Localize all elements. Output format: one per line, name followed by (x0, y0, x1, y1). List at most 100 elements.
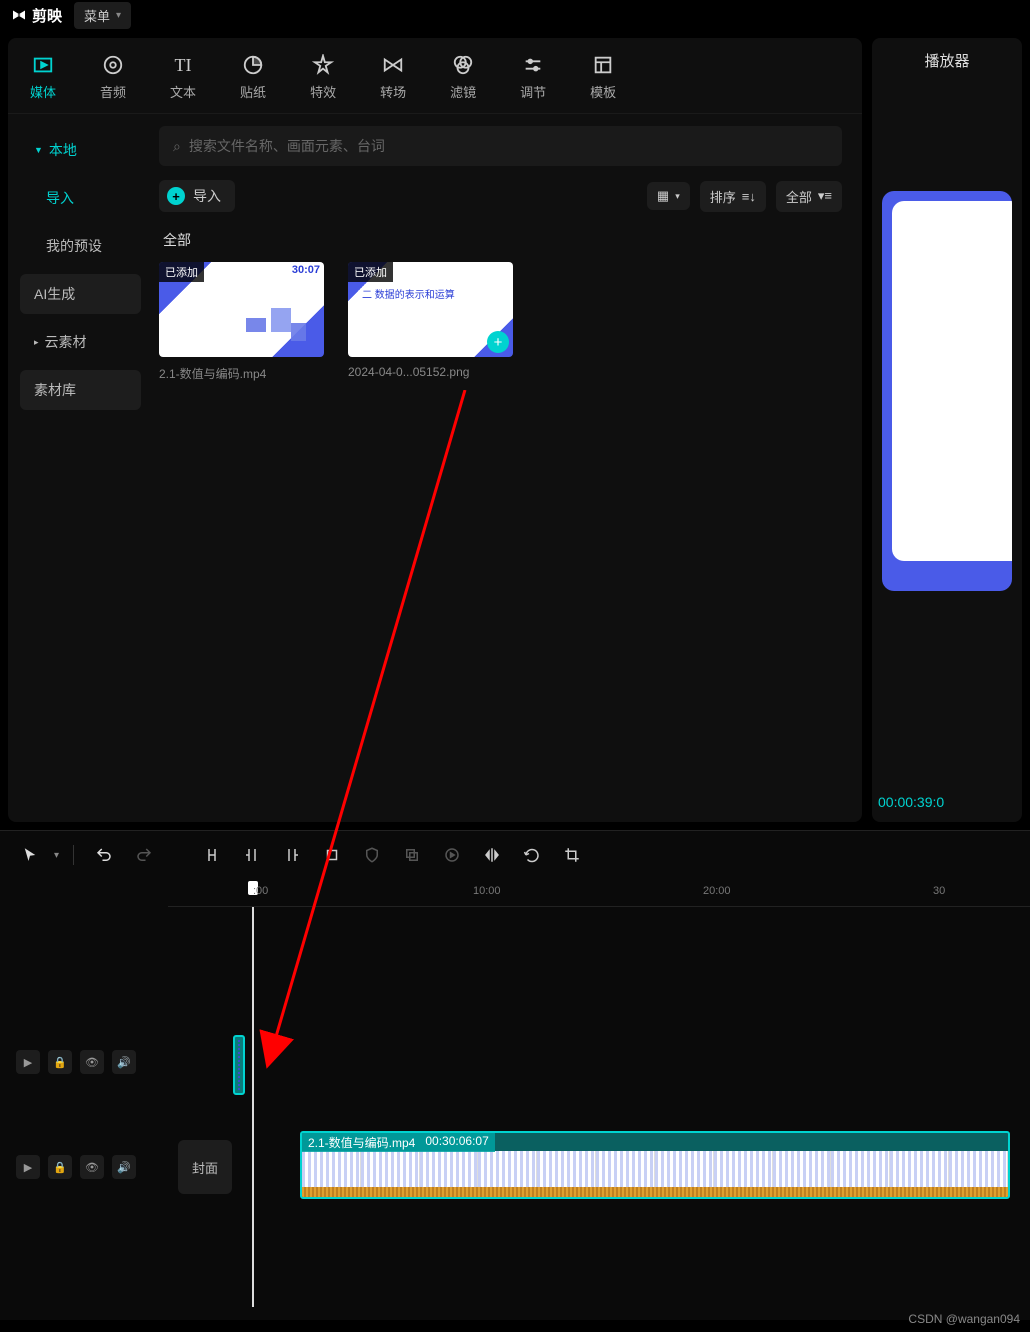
tab-audio[interactable]: 音频 (78, 46, 148, 113)
search-input[interactable]: ⌕ 搜索文件名称、画面元素、台词 (159, 126, 842, 166)
player-title: 播放器 (924, 50, 969, 71)
sidebar-item-import[interactable]: 导入 (20, 178, 141, 218)
track-type-icon[interactable]: ▶ (16, 1155, 40, 1179)
ruler-tick: :00 (253, 885, 268, 897)
asset-thumbnail: 已添加 二 数据的表示和运算 + (348, 262, 513, 357)
asset-tag: 已添加 (348, 262, 393, 282)
track-mute-button[interactable]: 🔊 (112, 1050, 136, 1074)
clip-label: 2.1-数值与编码.mp4 00:30:06:07 (302, 1133, 495, 1152)
lock-icon: 🔒 (53, 1161, 67, 1174)
filter-button[interactable]: 全部 ▾≡ (776, 181, 842, 212)
split-button[interactable] (196, 839, 228, 871)
asset-item[interactable]: 已添加 二 数据的表示和运算 + 2024-04-0...05152.png (348, 262, 513, 382)
undo-button[interactable] (88, 839, 120, 871)
timeline-tracks: ▶ 🔒 👁 🔊 ▶ 🔒 👁 🔊 封面 2.1-数值与编码.mp4 (0, 907, 1030, 1307)
app-header: 剪映 菜单 ▾ (0, 0, 1030, 30)
search-placeholder: 搜索文件名称、画面元素、台词 (189, 136, 385, 156)
asset-name: 2.1-数值与编码.mp4 (159, 365, 324, 382)
shield-button (356, 839, 388, 871)
select-tool[interactable] (14, 839, 46, 871)
crop2-button[interactable] (556, 839, 588, 871)
mirror-button[interactable] (476, 839, 508, 871)
media-sidebar: ▼本地 导入 我的预设 AI生成 ▸云素材 素材库 (8, 114, 153, 822)
tab-adjust[interactable]: 调节 (498, 46, 568, 113)
split-right-button[interactable] (276, 839, 308, 871)
split-left-button[interactable] (236, 839, 268, 871)
track-lock-button[interactable]: 🔒 (48, 1050, 72, 1074)
track-lock-button[interactable]: 🔒 (48, 1155, 72, 1179)
track-visible-button[interactable]: 👁 (80, 1050, 104, 1074)
thumb-graphic-icon (236, 298, 316, 353)
ruler-tick: 30 (933, 885, 945, 897)
menu-button[interactable]: 菜单 ▾ (74, 2, 131, 29)
asset-name: 2024-04-0...05152.png (348, 365, 513, 379)
track-visible-button[interactable]: 👁 (80, 1155, 104, 1179)
clip-waveform (302, 1187, 1008, 1197)
media-icon (32, 54, 54, 76)
eye-icon: 👁 (85, 1161, 99, 1174)
tab-media[interactable]: 媒体 (8, 46, 78, 113)
asset-tag: 已添加 (159, 262, 204, 282)
sidebar-item-ai[interactable]: AI生成 (20, 274, 141, 314)
track-lane[interactable]: 2.1-数值与编码.mp4 00:30:06:07 (232, 1127, 1030, 1207)
effects-icon (312, 54, 334, 76)
asset-duration: 30:07 (292, 264, 320, 276)
logo-icon (10, 6, 28, 24)
tab-text[interactable]: TI 文本 (148, 46, 218, 113)
video-clip[interactable]: 2.1-数值与编码.mp4 00:30:06:07 (300, 1131, 1010, 1199)
import-button[interactable]: + 导入 (159, 180, 235, 212)
tab-effects[interactable]: 特效 (288, 46, 358, 113)
speaker-icon: 🔊 (117, 1161, 131, 1174)
sort-button[interactable]: 排序 ≡↓ (700, 181, 766, 212)
asset-item[interactable]: 已添加 30:07 2.1-数值与编码.mp4 (159, 262, 324, 382)
track-mute-button[interactable]: 🔊 (112, 1155, 136, 1179)
timeline-toolbar: ▾ (0, 831, 1030, 879)
app-logo: 剪映 (10, 5, 62, 26)
text-icon: TI (172, 54, 194, 76)
asset-grid: 已添加 30:07 2.1-数值与编码.mp4 已添加 二 数据的表示和运算 +… (159, 262, 842, 382)
rotate-button[interactable] (516, 839, 548, 871)
playhead-line[interactable] (252, 907, 254, 1307)
crop-button[interactable] (316, 839, 348, 871)
sidebar-item-library[interactable]: 素材库 (20, 370, 141, 410)
filter-icon (452, 54, 474, 76)
asset-thumbnail: 已添加 30:07 (159, 262, 324, 357)
sidebar-item-cloud[interactable]: ▸云素材 (20, 322, 141, 362)
tab-transition[interactable]: 转场 (358, 46, 428, 113)
track-row-audio: ▶ 🔒 👁 🔊 (0, 1027, 1030, 1097)
tab-template[interactable]: 模板 (568, 46, 638, 113)
track-row-video: ▶ 🔒 👁 🔊 封面 2.1-数值与编码.mp4 00:30:06:07 (0, 1127, 1030, 1207)
asset-hint: 二 数据的表示和运算 (362, 286, 455, 301)
cover-button[interactable]: 封面 (178, 1140, 232, 1194)
watermark: CSDN @wangan094 (908, 1312, 1020, 1326)
view-mode-button[interactable]: ▦ ▾ (647, 182, 690, 210)
chevron-down-icon: ▾ (116, 10, 121, 21)
top-tabs: 媒体 音频 TI 文本 贴纸 特效 转场 (8, 38, 862, 114)
tab-sticker[interactable]: 贴纸 (218, 46, 288, 113)
tab-filter[interactable]: 滤镜 (428, 46, 498, 113)
adjust-icon (522, 54, 544, 76)
track-lane[interactable] (168, 1027, 1030, 1097)
redo-button (128, 839, 160, 871)
sidebar-item-presets[interactable]: 我的预设 (20, 226, 141, 266)
player-preview[interactable] (882, 191, 1012, 591)
player-timecode: 00:00:39:0 (876, 794, 944, 810)
audio-icon (102, 54, 124, 76)
media-panel: 媒体 音频 TI 文本 贴纸 特效 转场 (8, 38, 862, 822)
grid-icon: ▦ (657, 188, 669, 204)
chevron-down-icon[interactable]: ▾ (54, 850, 59, 861)
add-to-timeline-button[interactable]: + (487, 331, 509, 353)
app-name: 剪映 (32, 5, 62, 26)
track-type-icon[interactable]: ▶ (16, 1050, 40, 1074)
player-panel: 播放器 00:00:39:0 (872, 38, 1022, 822)
chevron-down-icon: ▾ (675, 191, 680, 202)
sidebar-item-local[interactable]: ▼本地 (20, 130, 141, 170)
speaker-icon: 🔊 (117, 1056, 131, 1069)
timeline-ruler[interactable]: :00 10:00 20:00 30 (168, 879, 1030, 907)
ruler-tick: 20:00 (703, 885, 731, 897)
menu-label: 菜单 (84, 6, 110, 25)
media-content: ⌕ 搜索文件名称、画面元素、台词 + 导入 ▦ ▾ 排序 ≡↓ (153, 114, 862, 822)
search-icon: ⌕ (173, 138, 181, 155)
audio-clip[interactable] (233, 1035, 245, 1095)
reverse-button (436, 839, 468, 871)
